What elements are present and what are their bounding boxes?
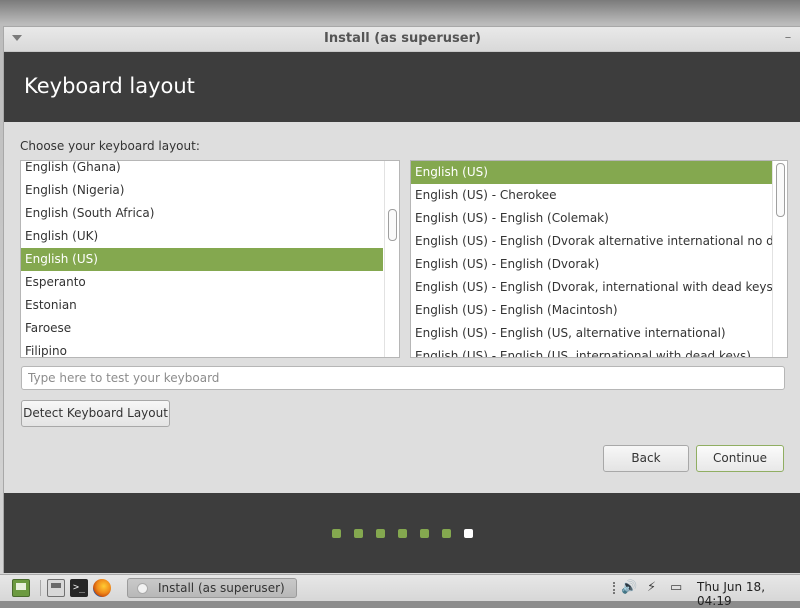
volume-icon[interactable]: 🔊 bbox=[621, 579, 637, 597]
disc-icon bbox=[137, 583, 148, 594]
layout-list-scroll-thumb[interactable] bbox=[388, 209, 397, 241]
variant-row[interactable]: English (US) - Cherokee bbox=[411, 184, 773, 207]
layout-row[interactable]: Faroese bbox=[21, 317, 383, 340]
variant-row[interactable]: English (US) - English (US, internationa… bbox=[411, 345, 773, 357]
layout-row[interactable]: English (South Africa) bbox=[21, 202, 383, 225]
clock[interactable]: Thu Jun 18, 04:19 bbox=[697, 580, 800, 608]
variant-row[interactable]: English (US) bbox=[411, 161, 773, 184]
layout-list-rows: English (Ghana) English (Nigeria) English … bbox=[21, 161, 383, 357]
layout-list[interactable]: English (Ghana) English (Nigeria) English … bbox=[20, 160, 400, 358]
variant-row[interactable]: English (US) - English (Dvorak, internat… bbox=[411, 276, 773, 299]
terminal-icon[interactable]: >_ bbox=[70, 579, 88, 597]
progress-step-dot bbox=[354, 529, 363, 538]
variant-row[interactable]: English (US) - English (Macintosh) bbox=[411, 299, 773, 322]
variant-row[interactable]: English (US) - English (Dvorak alternati… bbox=[411, 230, 773, 253]
layout-row[interactable]: English (Nigeria) bbox=[21, 179, 383, 202]
progress-step-dot bbox=[332, 529, 341, 538]
variant-list-scrollbar[interactable] bbox=[772, 161, 787, 357]
page-title: Keyboard layout bbox=[24, 74, 195, 98]
variant-list-scroll-thumb[interactable] bbox=[776, 163, 785, 217]
variant-list-rows: English (US) English (US) - Cherokee Engli… bbox=[411, 161, 773, 357]
back-button[interactable]: Back bbox=[603, 445, 689, 472]
progress-step-dot bbox=[398, 529, 407, 538]
firefox-icon[interactable] bbox=[93, 579, 111, 597]
layout-row[interactable]: English (Ghana) bbox=[21, 161, 383, 179]
layout-row[interactable]: Filipino bbox=[21, 340, 383, 357]
progress-step-dot bbox=[420, 529, 429, 538]
title-bar[interactable]: Install (as superuser) – bbox=[4, 27, 800, 52]
variant-row[interactable]: English (US) - English (US, alternative … bbox=[411, 322, 773, 345]
detect-keyboard-layout-button[interactable]: Detect Keyboard Layout bbox=[21, 400, 170, 427]
layout-row[interactable]: Esperanto bbox=[21, 271, 383, 294]
variant-row[interactable]: English (US) - English (Dvorak) bbox=[411, 253, 773, 276]
variant-row[interactable]: English (US) - English (Colemak) bbox=[411, 207, 773, 230]
progress-step-dot bbox=[464, 529, 473, 538]
continue-button[interactable]: Continue bbox=[696, 445, 784, 472]
layout-row[interactable]: Estonian bbox=[21, 294, 383, 317]
page-header: Keyboard layout bbox=[4, 52, 800, 122]
layout-prompt: Choose your keyboard layout: bbox=[20, 139, 200, 153]
progress-step-dot bbox=[442, 529, 451, 538]
taskbar-separator bbox=[40, 580, 41, 596]
layout-list-scrollbar[interactable] bbox=[384, 161, 399, 357]
variant-list[interactable]: English (US) English (US) - Cherokee Engli… bbox=[410, 160, 788, 358]
layout-row[interactable]: English (US) bbox=[21, 248, 383, 271]
keyboard-test-input[interactable] bbox=[21, 366, 785, 390]
taskbar: >_ Install (as superuser) 🔊 ⚡ ▭ Thu Jun … bbox=[0, 574, 800, 608]
progress-footer bbox=[4, 493, 800, 573]
layout-row[interactable]: English (UK) bbox=[21, 225, 383, 248]
progress-step-dot bbox=[376, 529, 385, 538]
tray-handle bbox=[613, 582, 617, 594]
taskbar-task-label: Install (as superuser) bbox=[158, 581, 285, 595]
show-desktop-icon[interactable] bbox=[12, 579, 30, 597]
minimize-button[interactable]: – bbox=[783, 31, 793, 45]
window-title: Install (as superuser) bbox=[324, 31, 481, 46]
battery-icon[interactable]: ▭ bbox=[670, 579, 682, 597]
network-icon[interactable]: ⚡ bbox=[647, 579, 656, 597]
file-manager-icon[interactable] bbox=[47, 579, 65, 597]
taskbar-task-installer[interactable]: Install (as superuser) bbox=[127, 578, 297, 598]
installer-window: Install (as superuser) – Keyboard layout… bbox=[3, 26, 800, 573]
